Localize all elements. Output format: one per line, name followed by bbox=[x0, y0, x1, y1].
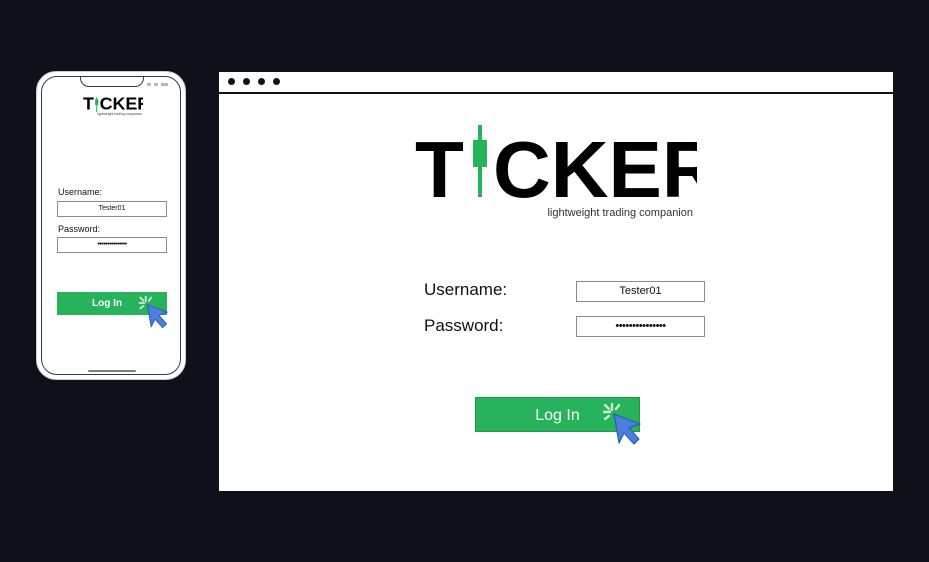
wifi-icon bbox=[154, 83, 158, 86]
phone-status-icons bbox=[147, 83, 168, 86]
logo-tagline: lightweight trading companion bbox=[97, 112, 142, 116]
signal-icon bbox=[147, 83, 151, 86]
logo-text-post: CKER bbox=[493, 125, 697, 214]
pointer-click-icon bbox=[138, 295, 168, 329]
username-label: Username: bbox=[424, 280, 508, 299]
password-label: Password: bbox=[424, 316, 504, 335]
username-field[interactable]: Tester01 bbox=[57, 201, 167, 217]
phone-mockup: T CKER lightweight trading companion Use… bbox=[36, 71, 186, 380]
password-field[interactable]: ••••••••••••••• bbox=[576, 316, 705, 337]
password-label: Password: bbox=[58, 224, 101, 234]
logo-text-post: CKER bbox=[100, 95, 143, 113]
window-dot-3 bbox=[258, 78, 265, 85]
window-dot-4 bbox=[273, 78, 280, 85]
phone-notch bbox=[80, 77, 144, 87]
ticker-logo: T CKER lightweight trading companion bbox=[83, 95, 143, 116]
window-controls-icon bbox=[228, 78, 280, 85]
battery-icon bbox=[161, 83, 168, 86]
home-indicator bbox=[88, 370, 136, 372]
window-dot-1 bbox=[228, 78, 235, 85]
username-label: Username: bbox=[58, 187, 103, 197]
logo-text-pre: T bbox=[415, 125, 464, 214]
logo-tagline: lightweight trading companion bbox=[547, 207, 693, 219]
mockup-canvas: T CKER lightweight trading companion Use… bbox=[0, 0, 929, 562]
browser-window: T CKER lightweight trading companion Use… bbox=[219, 72, 893, 491]
window-dot-2 bbox=[243, 78, 250, 85]
phone-screen: T CKER lightweight trading companion Use… bbox=[41, 76, 181, 375]
logo-text-pre: T bbox=[83, 95, 94, 113]
pointer-click-icon bbox=[602, 402, 641, 445]
password-field[interactable]: ••••••••••••••• bbox=[57, 237, 167, 253]
browser-title-bar bbox=[219, 72, 893, 94]
username-field[interactable]: Tester01 bbox=[576, 281, 705, 302]
ticker-logo: T CKER lightweight trading companion bbox=[415, 125, 697, 219]
